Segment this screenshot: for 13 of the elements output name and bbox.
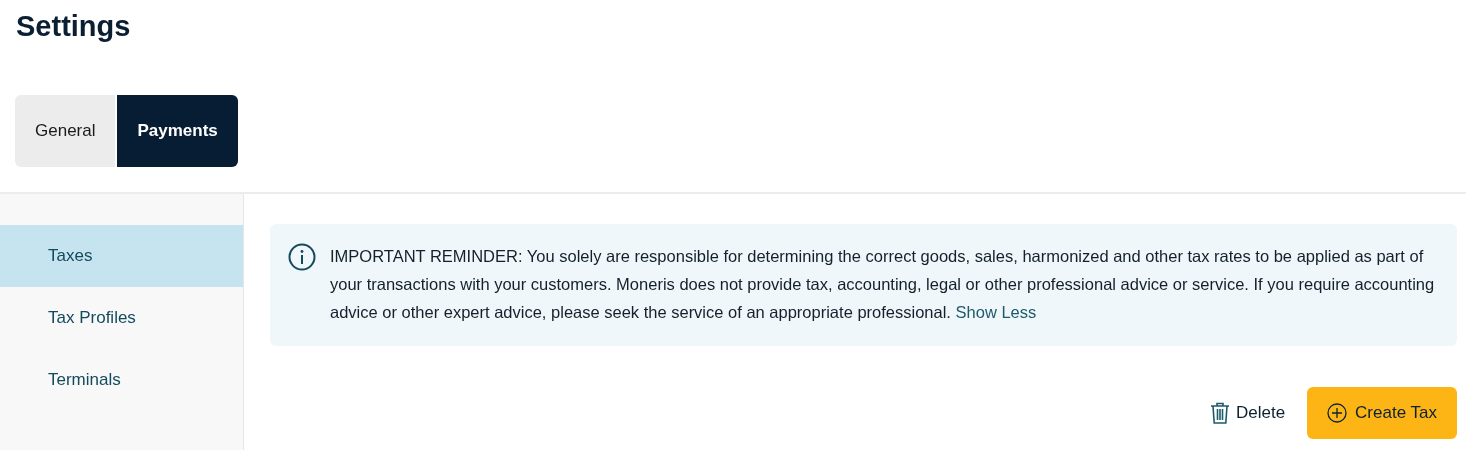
tab[interactable]: Payments xyxy=(117,95,238,167)
sidebar-item[interactable]: Tax Profiles xyxy=(0,287,243,349)
trash-icon xyxy=(1209,402,1230,424)
info-icon xyxy=(288,243,316,271)
create-tax-button[interactable]: Create Tax xyxy=(1307,387,1457,439)
reminder-text: IMPORTANT REMINDER: You solely are responsible for determining the correct goods, sales, harmonized and other tax rates to be applied as part of your transactions with your customers. Moneris does not provide tax, accounting, legal or other professional advice or service. If you require accounting advice or other expert advice, please seek the service of an appropriate professional. Show Less xyxy=(330,246,1436,323)
delete-button[interactable]: Delete xyxy=(1209,402,1286,424)
show-less-link[interactable]: Show Less xyxy=(955,303,1037,321)
sidebar-item[interactable]: Terminals xyxy=(0,349,243,411)
page-title: Settings xyxy=(15,9,132,44)
plus-circle-icon xyxy=(1327,403,1348,423)
sidebar-item[interactable]: Taxes xyxy=(0,225,243,287)
tab[interactable]: General xyxy=(15,95,116,167)
